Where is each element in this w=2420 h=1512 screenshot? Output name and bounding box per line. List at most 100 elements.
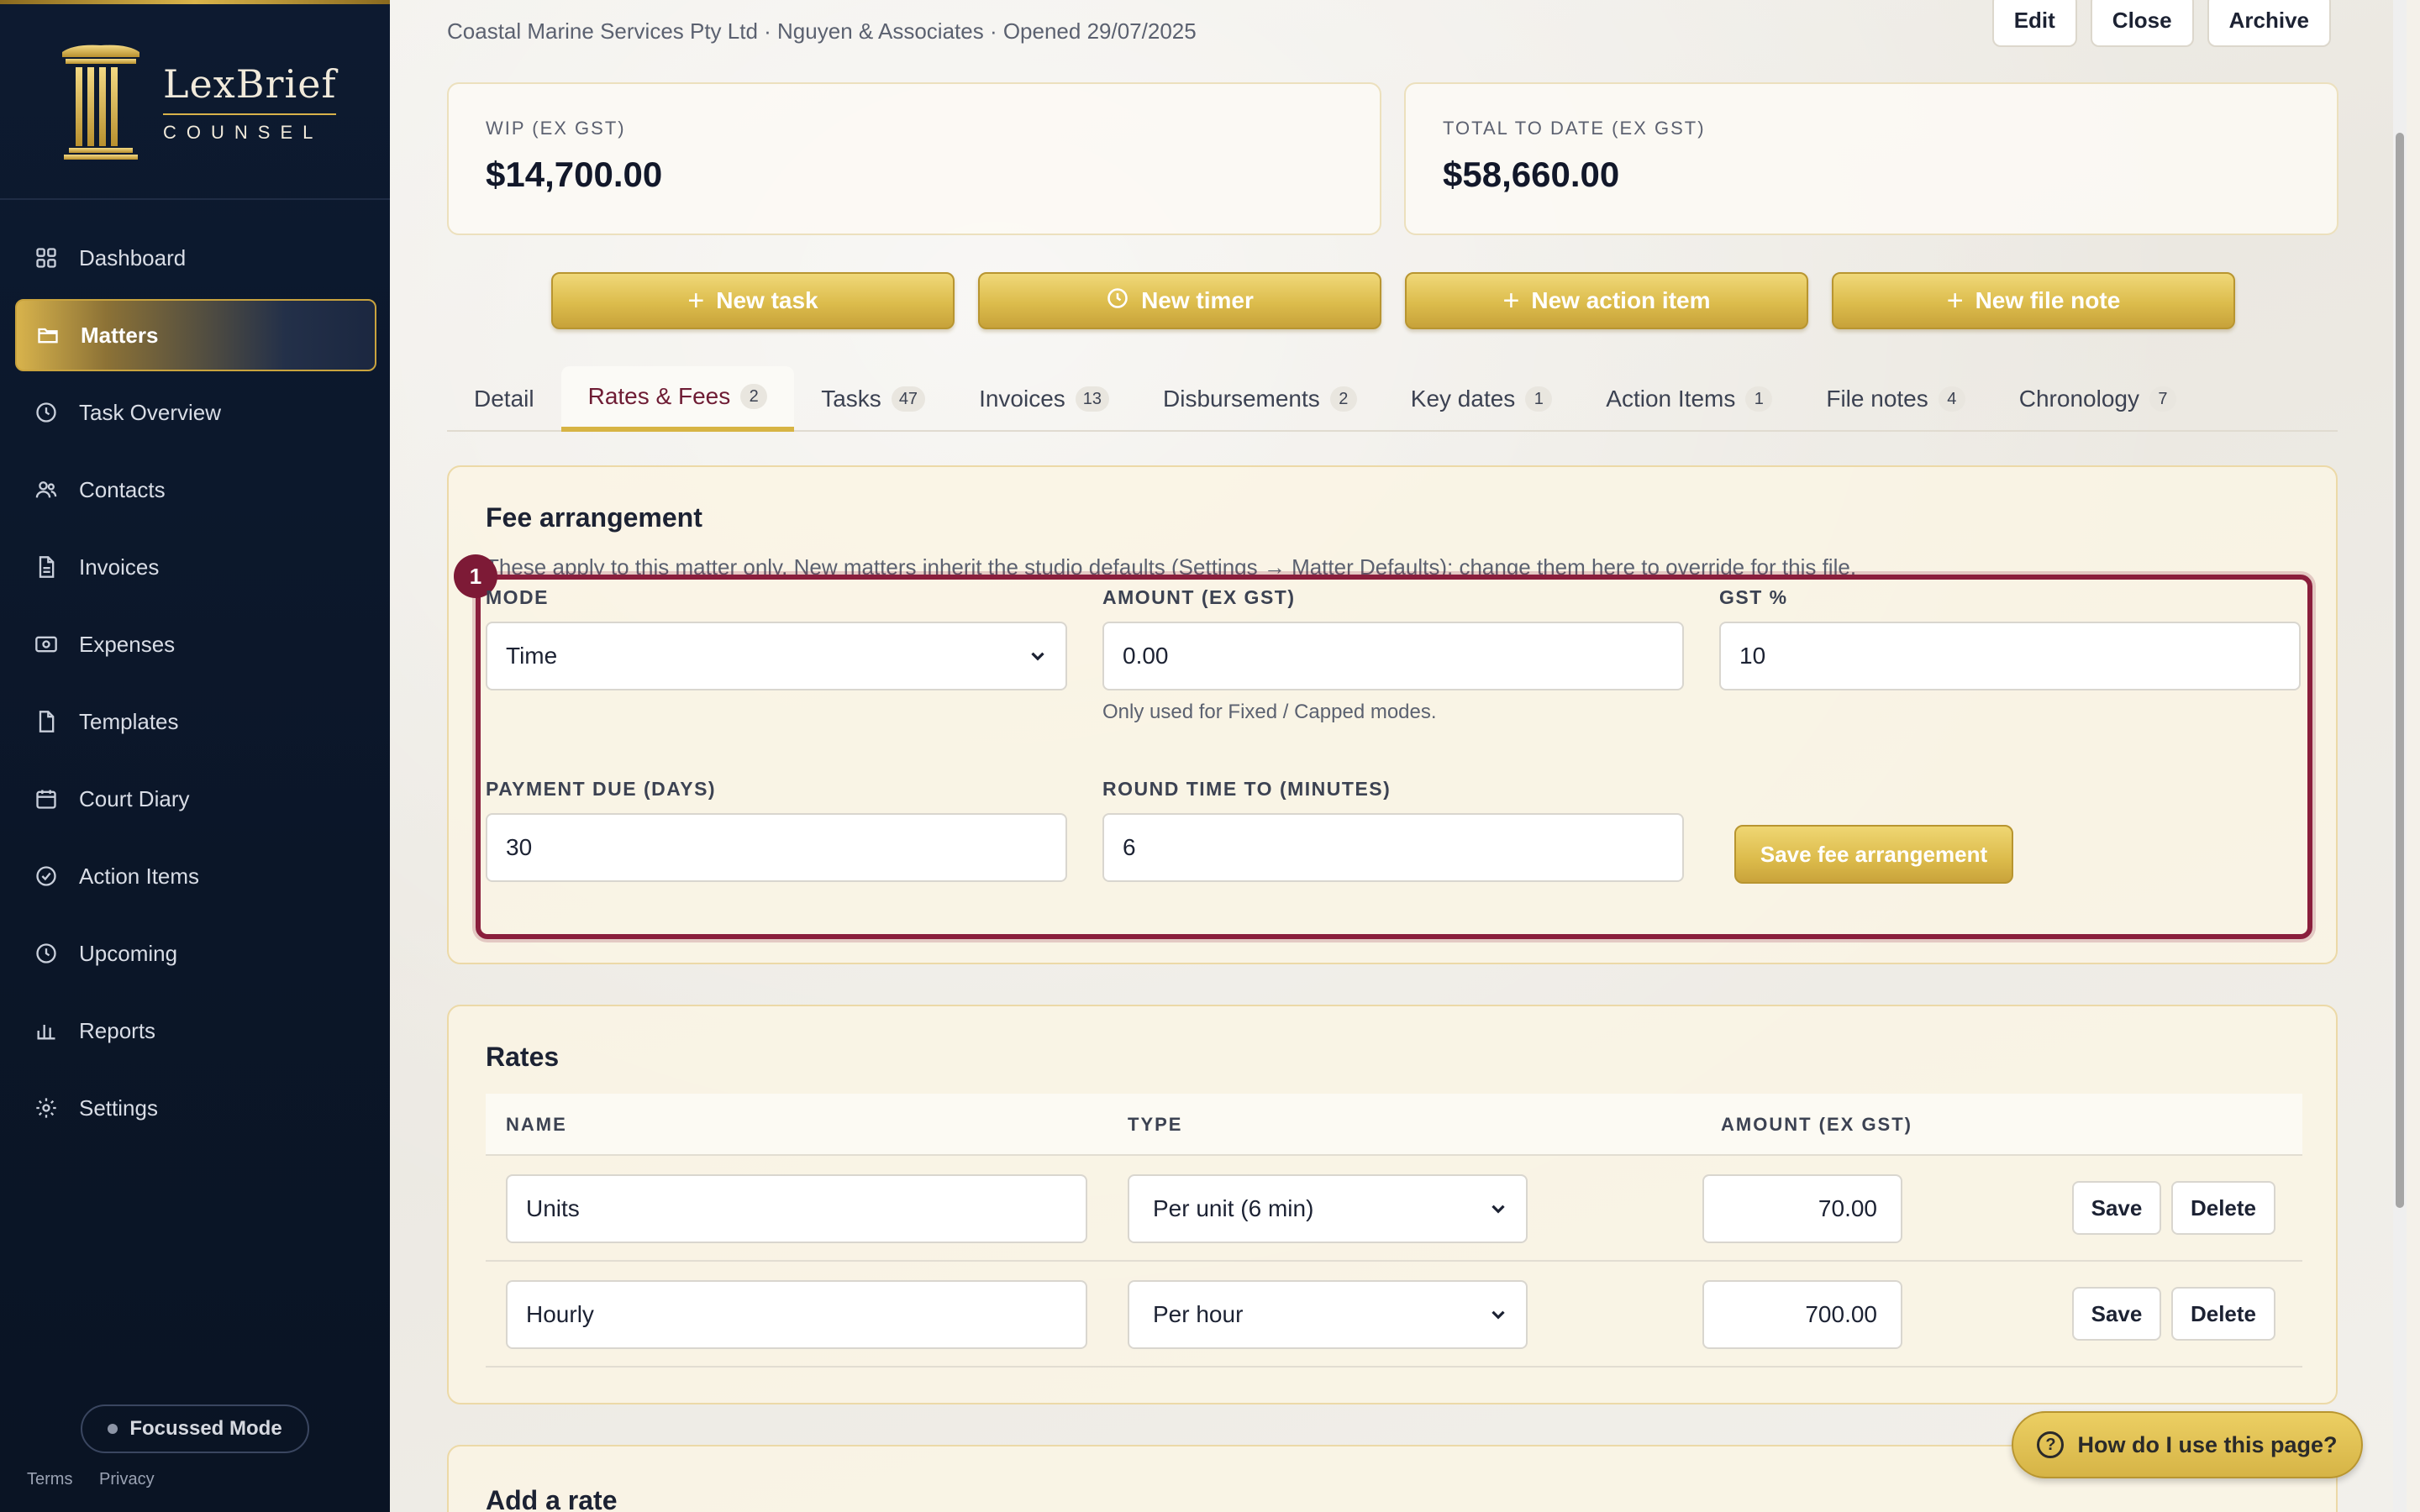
round-time-label: ROUND TIME TO (MINUTES) bbox=[1102, 778, 1392, 800]
new-timer-label: New timer bbox=[1141, 287, 1254, 313]
plus-icon: + bbox=[1502, 284, 1520, 317]
sidebar-item-matters[interactable]: Matters bbox=[15, 299, 376, 371]
wip-card: WIP (EX GST) $14,700.00 bbox=[447, 82, 1381, 235]
banknote-icon bbox=[34, 632, 59, 657]
gear-icon bbox=[34, 1095, 59, 1121]
scrollbar[interactable] bbox=[2393, 0, 2407, 1512]
rates-panel: Rates NAME TYPE AMOUNT (EX GST) Units Pe… bbox=[447, 1005, 2338, 1404]
sidebar-item-contacts[interactable]: Contacts bbox=[15, 454, 376, 526]
tab-label: Disbursements bbox=[1163, 386, 1320, 412]
rate-type-value: Per hour bbox=[1153, 1301, 1244, 1327]
edit-button[interactable]: Edit bbox=[1991, 0, 2077, 47]
sidebar-accent-line bbox=[0, 0, 390, 4]
rate-type-select[interactable]: Per unit (6 min) bbox=[1128, 1174, 1528, 1243]
sidebar-item-settings[interactable]: Settings bbox=[15, 1072, 376, 1144]
close-button[interactable]: Close bbox=[2090, 0, 2194, 47]
tab-rates-fees[interactable]: Rates & Fees 2 bbox=[560, 366, 795, 432]
sidebar-item-expenses[interactable]: Expenses bbox=[15, 608, 376, 680]
rate-amount-input[interactable]: 70.00 bbox=[1702, 1174, 1902, 1243]
tab-action-items[interactable]: Action Items 1 bbox=[1579, 366, 1799, 432]
new-file-note-button[interactable]: + New file note bbox=[1832, 272, 2235, 329]
sidebar-item-label: Invoices bbox=[79, 554, 160, 580]
privacy-link[interactable]: Privacy bbox=[99, 1470, 155, 1488]
sidebar-item-label: Reports bbox=[79, 1017, 156, 1043]
tab-disbursements[interactable]: Disbursements 2 bbox=[1136, 366, 1384, 432]
rate-amount-input[interactable]: 700.00 bbox=[1702, 1280, 1902, 1349]
sidebar-item-label: Templates bbox=[79, 708, 179, 734]
scrollbar-thumb[interactable] bbox=[2396, 133, 2404, 1208]
delete-rate-button[interactable]: Delete bbox=[2171, 1287, 2275, 1341]
round-time-input[interactable]: 6 bbox=[1102, 813, 1684, 882]
tab-file-notes[interactable]: File notes 4 bbox=[1799, 366, 1991, 432]
new-action-item-button[interactable]: + New action item bbox=[1405, 272, 1808, 329]
gst-value: 10 bbox=[1739, 643, 1766, 669]
tab-invoices[interactable]: Invoices 13 bbox=[952, 366, 1136, 432]
rates-title: Rates bbox=[486, 1042, 560, 1072]
rate-name-input[interactable]: Hourly bbox=[506, 1280, 1087, 1349]
rate-name-input[interactable]: Units bbox=[506, 1174, 1087, 1243]
delete-rate-button[interactable]: Delete bbox=[2171, 1181, 2275, 1235]
sidebar-item-court-diary[interactable]: Court Diary bbox=[15, 763, 376, 835]
sidebar-item-label: Contacts bbox=[79, 476, 166, 502]
mode-value: Time bbox=[506, 643, 558, 669]
save-rate-button[interactable]: Save bbox=[2072, 1287, 2161, 1341]
new-action-item-label: New action item bbox=[1531, 287, 1711, 313]
header-actions: Edit Close Archive bbox=[1991, 0, 2331, 47]
focussed-mode-toggle[interactable]: Focussed Mode bbox=[81, 1404, 309, 1453]
payment-due-label: PAYMENT DUE (DAYS) bbox=[486, 778, 717, 800]
terms-link[interactable]: Terms bbox=[27, 1470, 72, 1488]
check-circle-icon bbox=[34, 864, 59, 889]
sidebar-item-label: Matters bbox=[81, 322, 159, 348]
footer-links: Terms Privacy bbox=[27, 1470, 176, 1489]
tab-count-badge: 2 bbox=[740, 384, 768, 409]
question-icon: ? bbox=[2037, 1431, 2065, 1458]
sidebar-item-label: Action Items bbox=[79, 863, 200, 889]
tab-key-dates[interactable]: Key dates 1 bbox=[1384, 366, 1580, 432]
sidebar-item-reports[interactable]: Reports bbox=[15, 995, 376, 1067]
folder-icon bbox=[35, 323, 60, 348]
amount-input[interactable]: 0.00 bbox=[1102, 622, 1684, 690]
sidebar-item-task-overview[interactable]: Task Overview bbox=[15, 376, 376, 449]
gst-input[interactable]: 10 bbox=[1719, 622, 2301, 690]
document-icon bbox=[34, 554, 59, 580]
new-timer-button[interactable]: New timer bbox=[978, 272, 1381, 329]
payment-due-input[interactable]: 30 bbox=[486, 813, 1067, 882]
save-fee-arrangement-button[interactable]: Save fee arrangement bbox=[1734, 825, 2013, 884]
column-header-name: NAME bbox=[506, 1114, 567, 1135]
tab-label: Detail bbox=[474, 386, 534, 412]
sidebar-item-upcoming[interactable]: Upcoming bbox=[15, 917, 376, 990]
rate-amount-value: 700.00 bbox=[1805, 1301, 1877, 1327]
tab-tasks[interactable]: Tasks 47 bbox=[794, 366, 952, 432]
users-icon bbox=[34, 477, 59, 502]
sidebar-divider bbox=[0, 198, 390, 200]
matter-subtitle: Coastal Marine Services Pty Ltd · Nguyen… bbox=[447, 18, 1197, 44]
brand-logo[interactable]: LexBrief COUNSEL bbox=[57, 42, 337, 163]
mode-select[interactable]: Time bbox=[486, 622, 1067, 690]
chevron-down-icon bbox=[1487, 1304, 1509, 1331]
save-rate-button[interactable]: Save bbox=[2072, 1181, 2161, 1235]
archive-button[interactable]: Archive bbox=[2207, 0, 2331, 47]
sidebar-item-action-items[interactable]: Action Items bbox=[15, 840, 376, 912]
help-button[interactable]: ? How do I use this page? bbox=[2012, 1411, 2363, 1478]
new-task-button[interactable]: + New task bbox=[551, 272, 955, 329]
wip-value: $14,700.00 bbox=[486, 155, 663, 194]
status-dot-icon bbox=[108, 1424, 118, 1434]
wip-label: WIP (EX GST) bbox=[486, 118, 626, 139]
sidebar-item-label: Expenses bbox=[79, 631, 176, 657]
tab-detail[interactable]: Detail bbox=[447, 366, 561, 432]
round-time-value: 6 bbox=[1123, 834, 1136, 860]
main-content: Coastal Marine Services Pty Ltd · Nguyen… bbox=[390, 0, 2407, 1512]
sidebar-item-invoices[interactable]: Invoices bbox=[15, 531, 376, 603]
new-task-label: New task bbox=[716, 287, 818, 313]
rates-table-header: NAME TYPE AMOUNT (EX GST) bbox=[486, 1094, 2302, 1156]
tab-count-badge: 4 bbox=[1938, 386, 1965, 412]
tab-chronology[interactable]: Chronology 7 bbox=[1992, 366, 2203, 432]
amount-help-text: Only used for Fixed / Capped modes. bbox=[1102, 701, 1437, 723]
rate-type-select[interactable]: Per hour bbox=[1128, 1280, 1528, 1349]
sidebar-item-dashboard[interactable]: Dashboard bbox=[15, 222, 376, 294]
tab-count-badge: 1 bbox=[1745, 386, 1773, 412]
sidebar-item-templates[interactable]: Templates bbox=[15, 685, 376, 758]
sidebar-item-label: Upcoming bbox=[79, 940, 178, 966]
clock-icon bbox=[34, 400, 59, 425]
column-header-amount: AMOUNT (EX GST) bbox=[1721, 1114, 1912, 1135]
